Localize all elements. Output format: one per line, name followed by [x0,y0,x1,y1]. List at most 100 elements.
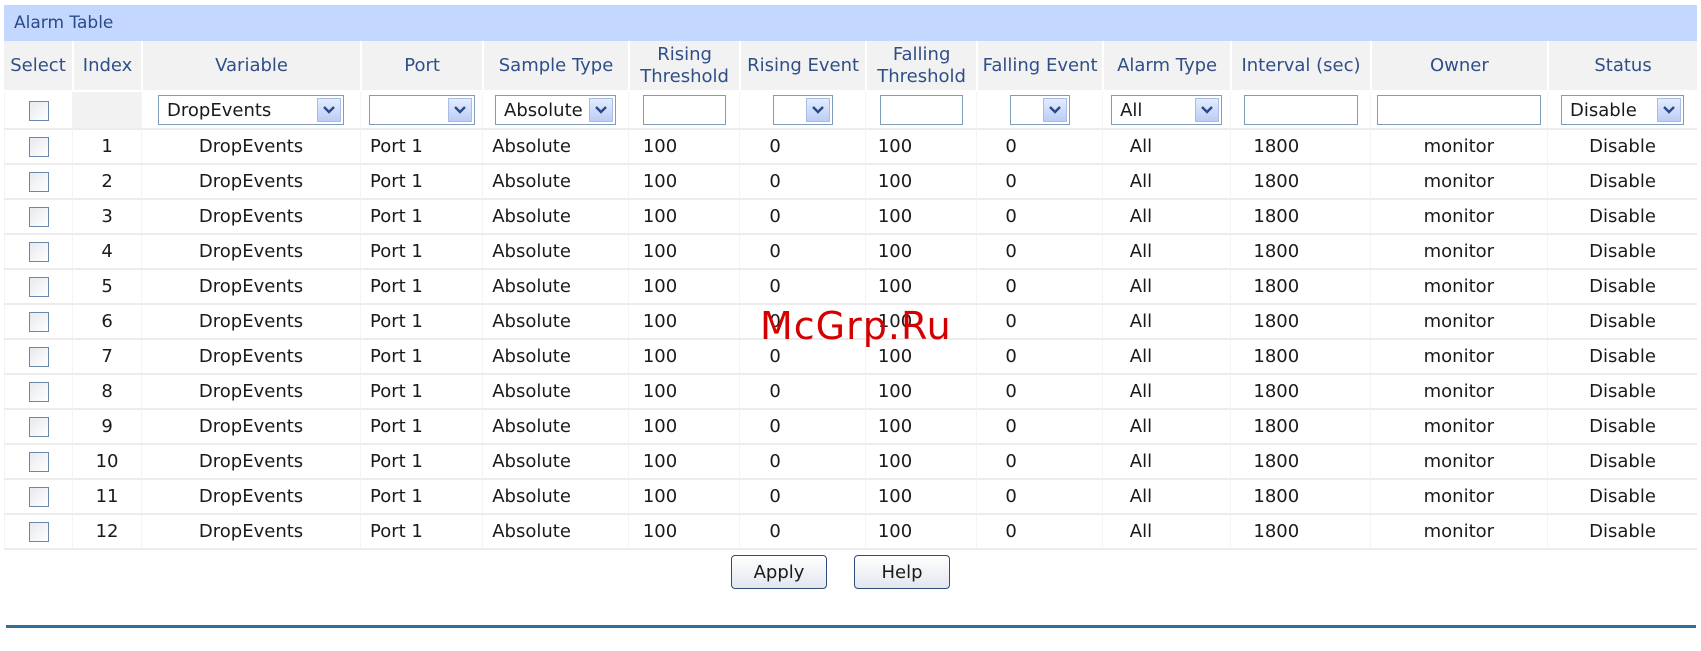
chevron-down-icon[interactable] [589,98,614,122]
filter-status-cell: Disable [1547,92,1697,130]
cell-falling-event: 0 [976,410,1102,445]
select-cell [4,410,73,445]
cell-alarm-type: All [1101,480,1231,515]
cell-rising-threshold: 100 [627,165,740,200]
row-select-checkbox[interactable] [28,382,49,402]
cell-variable: DropEvents [141,515,361,550]
interval-input[interactable] [1243,95,1358,125]
filter-select-cell [4,92,73,130]
cell-index: 11 [72,480,142,515]
cell-rising-threshold: 100 [627,130,740,165]
row-select-checkbox[interactable] [28,347,49,367]
alarm-table-panel: Alarm Table Select Index Variable Port Sampl… [4,5,1697,550]
chevron-down-icon[interactable] [805,98,830,122]
chevron-down-icon[interactable] [1195,98,1220,122]
cell-rising-event: 0 [739,515,865,550]
status-select-value: Disable [1570,99,1637,121]
falling-threshold-input[interactable] [879,95,963,125]
row-select-checkbox[interactable] [28,417,49,437]
chevron-down-icon[interactable] [1042,98,1067,122]
cell-status: Disable [1547,340,1697,375]
table-row: 9 DropEvents Port 1 Absolute 100 0 100 0 All 1800… [4,410,1697,445]
table-header-row: Select Index Variable Port Sample Type Rising… [4,41,1697,92]
row-select-checkbox[interactable] [28,137,49,157]
row-select-checkbox[interactable] [28,312,49,332]
select-cell [4,270,73,305]
cell-status: Disable [1547,515,1697,550]
filter-interval-cell [1230,92,1370,130]
cell-interval: 1800 [1230,515,1370,550]
cell-rising-event: 0 [739,445,865,480]
cell-rising-threshold: 100 [627,410,740,445]
column-header-interval: Interval (sec) [1230,41,1370,92]
cell-owner: monitor [1369,270,1548,305]
column-header-falling-threshold: Falling Threshold [864,41,977,92]
cell-interval: 1800 [1230,165,1370,200]
select-all-checkbox[interactable] [28,100,49,121]
port-select[interactable] [368,95,475,125]
chevron-down-icon[interactable] [447,98,472,122]
cell-owner: monitor [1369,480,1548,515]
apply-button[interactable]: Apply [731,555,827,589]
cell-interval: 1800 [1230,305,1370,340]
row-select-checkbox[interactable] [28,452,49,472]
table-row: 3 DropEvents Port 1 Absolute 100 0 100 0 All 1800… [4,200,1697,235]
cell-port: Port 1 [360,515,483,550]
cell-variable: DropEvents [141,340,361,375]
variable-select[interactable]: DropEvents [158,95,345,125]
row-select-checkbox[interactable] [28,242,49,262]
cell-status: Disable [1547,270,1697,305]
filter-row: DropEvents Absolute All Disable [4,92,1697,130]
cell-rising-threshold: 100 [627,480,740,515]
cell-sample-type: Absolute [482,165,628,200]
select-cell [4,480,73,515]
cell-alarm-type: All [1101,375,1231,410]
alarm-table: Select Index Variable Port Sample Type Rising… [4,41,1697,550]
cell-alarm-type: All [1101,235,1231,270]
cell-port: Port 1 [360,410,483,445]
filter-rising-threshold-cell [627,92,740,130]
column-header-index: Index [72,41,142,92]
row-select-checkbox[interactable] [28,172,49,192]
row-select-checkbox[interactable] [28,487,49,507]
status-select[interactable]: Disable [1561,95,1685,125]
filter-owner-cell [1369,92,1548,130]
table-row: 11 DropEvents Port 1 Absolute 100 0 100 0 All 180… [4,480,1697,515]
cell-rising-event: 0 [739,480,865,515]
row-select-checkbox[interactable] [28,522,49,542]
falling-event-select[interactable] [1009,95,1070,125]
cell-index: 2 [72,165,142,200]
cell-sample-type: Absolute [482,305,628,340]
cell-owner: monitor [1369,410,1548,445]
filter-variable-cell: DropEvents [141,92,361,130]
alarm-type-select[interactable]: All [1111,95,1223,125]
rising-event-select[interactable] [772,95,833,125]
cell-owner: monitor [1369,130,1548,165]
cell-variable: DropEvents [141,305,361,340]
cell-port: Port 1 [360,165,483,200]
cell-alarm-type: All [1101,445,1231,480]
cell-variable: DropEvents [141,165,361,200]
cell-falling-threshold: 100 [864,375,977,410]
cell-alarm-type: All [1101,270,1231,305]
owner-input[interactable] [1376,95,1541,125]
cell-owner: monitor [1369,340,1548,375]
filter-falling-threshold-cell [864,92,977,130]
cell-sample-type: Absolute [482,375,628,410]
row-select-checkbox[interactable] [28,277,49,297]
chevron-down-icon[interactable] [317,98,342,122]
column-header-owner: Owner [1369,41,1548,92]
column-header-port: Port [360,41,483,92]
cell-index: 8 [72,375,142,410]
help-button[interactable]: Help [854,555,950,589]
cell-alarm-type: All [1101,165,1231,200]
chevron-down-icon[interactable] [1657,98,1682,122]
rising-threshold-input[interactable] [642,95,726,125]
select-cell [4,375,73,410]
row-select-checkbox[interactable] [28,207,49,227]
sample-type-select[interactable]: Absolute [495,95,617,125]
cell-status: Disable [1547,410,1697,445]
cell-rising-threshold: 100 [627,515,740,550]
cell-rising-threshold: 100 [627,235,740,270]
cell-falling-event: 0 [976,340,1102,375]
